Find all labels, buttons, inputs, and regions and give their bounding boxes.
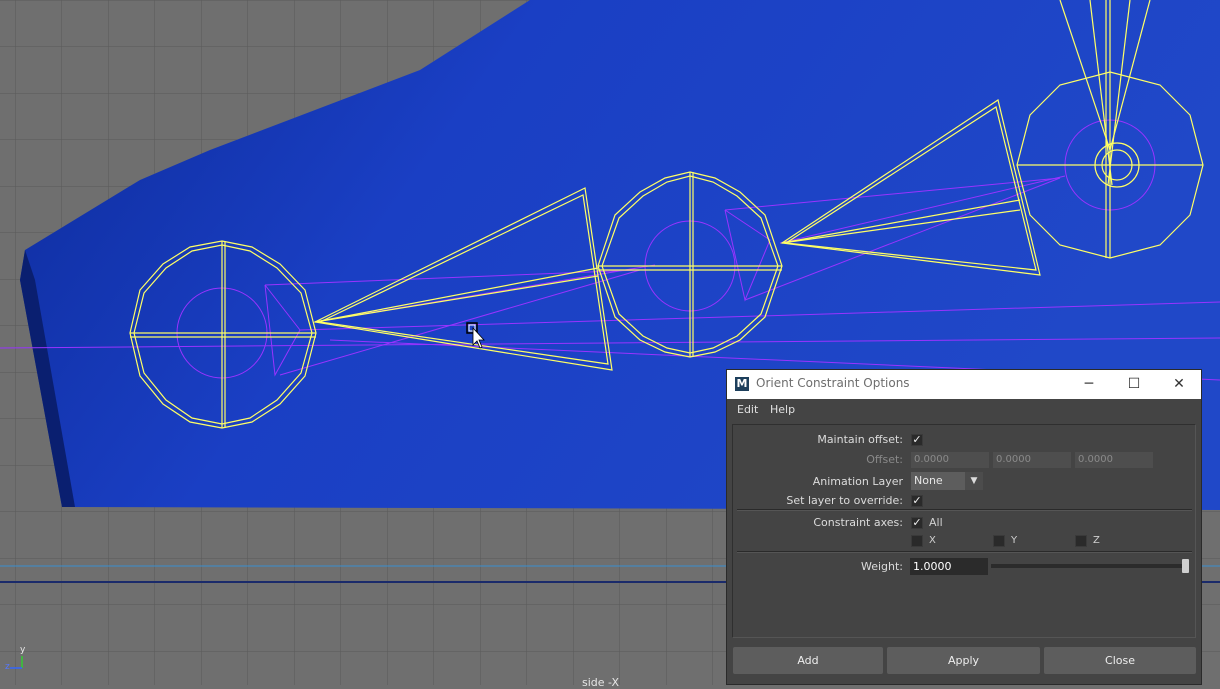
- weight-slider-handle[interactable]: [1182, 559, 1189, 573]
- window-titlebar[interactable]: M Orient Constraint Options ─ ☐ ✕: [727, 370, 1201, 399]
- weight-slider[interactable]: [991, 564, 1189, 568]
- offset-y-field[interactable]: 0.0000: [993, 452, 1071, 468]
- add-button[interactable]: Add: [733, 647, 883, 674]
- axis-y-label-text: Y: [1011, 535, 1018, 546]
- axis-x-checkbox[interactable]: [911, 535, 923, 547]
- axis-all-checkbox[interactable]: ✓: [911, 517, 923, 529]
- animation-layer-value: None: [914, 474, 943, 487]
- offset-z-field[interactable]: 0.0000: [1075, 452, 1153, 468]
- minimize-button[interactable]: ─: [1067, 370, 1111, 399]
- menu-edit[interactable]: Edit: [737, 403, 758, 416]
- menu-bar: Edit Help: [727, 399, 1201, 421]
- menu-help[interactable]: Help: [770, 403, 795, 416]
- close-window-button[interactable]: ✕: [1157, 370, 1201, 399]
- orient-constraint-options-window[interactable]: M Orient Constraint Options ─ ☐ ✕ Edit H…: [726, 369, 1202, 685]
- set-layer-override-label: Set layer to override:: [786, 494, 903, 507]
- maintain-offset-label: Maintain offset:: [817, 433, 903, 446]
- animation-layer-label: Animation Layer: [812, 475, 903, 488]
- axis-z-checkbox[interactable]: [1075, 535, 1087, 547]
- axis-x-label: X: [929, 535, 936, 546]
- axis-all-label: All: [929, 516, 943, 529]
- maya-logo-icon: M: [735, 377, 749, 391]
- weight-field[interactable]: 1.0000: [910, 558, 988, 575]
- offset-x-field[interactable]: 0.0000: [911, 452, 989, 468]
- axis-y-label: y: [20, 645, 26, 655]
- animation-layer-dropdown[interactable]: None ▼: [911, 472, 983, 490]
- window-title: Orient Constraint Options: [756, 376, 910, 390]
- weight-label: Weight:: [860, 560, 903, 573]
- maintain-offset-checkbox[interactable]: ✓: [911, 434, 923, 446]
- chevron-down-icon: ▼: [965, 472, 983, 490]
- axis-y-checkbox[interactable]: [993, 535, 1005, 547]
- camera-label: side -X: [582, 676, 619, 689]
- maximize-button[interactable]: ☐: [1112, 370, 1156, 399]
- offset-label: Offset:: [866, 453, 903, 466]
- separator-2: [737, 551, 1192, 553]
- set-layer-override-checkbox[interactable]: ✓: [911, 495, 923, 507]
- separator-1: [737, 509, 1192, 511]
- apply-button[interactable]: Apply: [887, 647, 1040, 674]
- axis-z-label: z: [5, 662, 10, 672]
- axis-z-label-text: Z: [1093, 535, 1100, 546]
- close-button[interactable]: Close: [1044, 647, 1196, 674]
- constraint-axes-label: Constraint axes:: [813, 516, 903, 529]
- options-panel: Maintain offset: ✓ Offset: 0.0000 0.0000…: [732, 424, 1196, 638]
